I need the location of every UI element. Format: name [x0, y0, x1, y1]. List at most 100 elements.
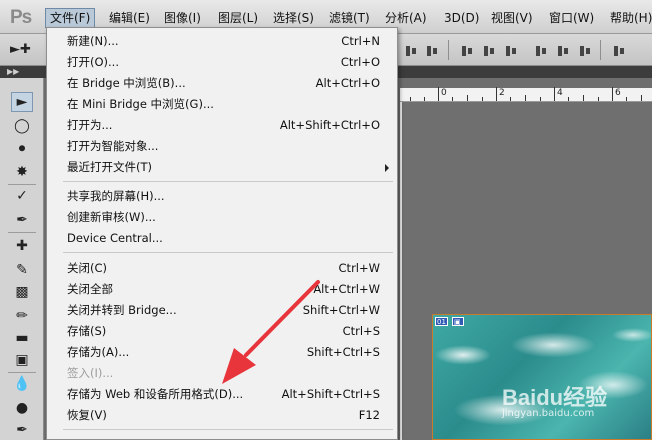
distribute-left-icon[interactable] [534, 44, 548, 58]
ruler-tick [626, 97, 627, 101]
eyedropper-tool-icon[interactable]: ✒ [11, 210, 33, 230]
menu-item-browse-bridge[interactable]: 在 Bridge 中浏览(B)... Alt+Ctrl+O [47, 73, 397, 94]
options-divider [600, 40, 601, 60]
menu-item-label: 存储为 Web 和设备所用格式(D)... [67, 387, 244, 401]
menu-item-label: 打开为... [67, 118, 113, 132]
distribute-vcenter-icon[interactable] [482, 44, 496, 58]
brush-tool-icon[interactable]: ✎ [11, 260, 33, 280]
submenu-arrow-icon [385, 164, 389, 172]
menu-item-open-as[interactable]: 打开为... Alt+Shift+Ctrl+O [47, 115, 397, 136]
ruler-tick [496, 87, 497, 101]
menu-item-label: 存储为(A)... [67, 345, 130, 359]
menu-item-label: 在 Bridge 中浏览(B)... [67, 76, 186, 90]
pen-tool-icon[interactable]: ✒ [11, 420, 33, 440]
menu-item-label: Device Central... [67, 231, 163, 245]
eraser-tool-icon[interactable]: ▬ [11, 328, 33, 348]
menu-item-open-smart-object[interactable]: 打开为智能对象... [47, 136, 397, 157]
dodge-tool-icon[interactable]: ● [11, 398, 33, 418]
menu-layer[interactable]: 图层(L) [214, 8, 262, 28]
gradient-tool-icon[interactable]: ▣ [11, 350, 33, 370]
menu-3d[interactable]: 3D(D) [440, 8, 483, 28]
menu-image[interactable]: 图像(I) [160, 8, 205, 28]
history-brush-tool-icon[interactable]: ✏ [11, 306, 33, 326]
ruler-tick [510, 97, 511, 101]
align-top-icon[interactable] [404, 44, 418, 58]
menu-window[interactable]: 窗口(W) [545, 8, 598, 28]
menu-item-close-all[interactable]: 关闭全部 Alt+Ctrl+W [47, 279, 397, 300]
distribute-hcenter-icon[interactable] [556, 44, 570, 58]
blur-tool-icon[interactable]: 💧 [11, 374, 33, 394]
menu-item-save[interactable]: 存储(S) Ctrl+S [47, 321, 397, 342]
menu-item-create-review[interactable]: 创建新审核(W)... [47, 207, 397, 228]
photoshop-logo: Ps [10, 7, 32, 28]
menu-item-revert[interactable]: 恢复(V) F12 [47, 405, 397, 426]
menu-item-label: 关闭全部 [67, 282, 113, 296]
menu-item-label: 恢复(V) [67, 408, 107, 422]
ruler-tick [568, 97, 569, 101]
clone-stamp-tool-icon[interactable]: ▩ [11, 282, 33, 302]
ruler-tick [424, 97, 425, 101]
menu-view[interactable]: 视图(V) [487, 8, 537, 28]
marquee-tool-icon[interactable]: ◯ [11, 116, 33, 136]
vertical-ruler[interactable] [400, 102, 402, 440]
distribute-right-icon[interactable] [578, 44, 592, 58]
menu-item-recent-files[interactable]: 最近打开文件(T) [47, 157, 397, 178]
move-tool-preset-icon[interactable]: ►✚ [10, 42, 31, 57]
canvas-image-sea[interactable] [432, 314, 652, 440]
lasso-tool-icon[interactable]: ⦁ [11, 138, 33, 158]
menu-item-label: 新建(N)... [67, 34, 119, 48]
menu-item-close[interactable]: 关闭(C) Ctrl+W [47, 258, 397, 279]
collapse-arrows-icon[interactable]: ▶▶ [7, 66, 19, 78]
menu-item-label: 打开(O)... [67, 55, 119, 69]
horizontal-ruler[interactable]: 0 2 4 6 [400, 87, 652, 102]
move-tool-icon[interactable]: ► [11, 92, 33, 112]
menu-item-browse-mini-bridge[interactable]: 在 Mini Bridge 中浏览(G)... [47, 94, 397, 115]
ruler-tick [612, 87, 613, 101]
menu-item-label: 最近打开文件(T) [67, 160, 152, 174]
auto-align-icon[interactable] [612, 44, 626, 58]
menu-item-share-screen[interactable]: 共享我的屏幕(H)... [47, 186, 397, 207]
menu-help[interactable]: 帮助(H) [606, 8, 652, 28]
ruler-label: 6 [615, 88, 621, 98]
menu-item-check-in: 签入(I)... [47, 363, 397, 384]
menu-analysis[interactable]: 分析(A) [381, 8, 431, 28]
menu-item-shortcut: Ctrl+N [341, 34, 380, 48]
healing-brush-tool-icon[interactable]: ✚ [11, 236, 33, 256]
menu-item-label: 签入(I)... [67, 366, 114, 380]
menu-filter[interactable]: 滤镜(T) [325, 8, 374, 28]
distribute-bottom-icon[interactable] [504, 44, 518, 58]
slice-icon: ▣ [452, 317, 464, 326]
menu-item-shortcut: Alt+Ctrl+W [313, 282, 380, 296]
ruler-label: 2 [499, 88, 505, 98]
ruler-tick [452, 97, 453, 101]
menu-file[interactable]: 文件(F) [45, 8, 96, 28]
menu-item-label: 创建新审核(W)... [67, 210, 156, 224]
menu-item-shortcut: Ctrl+S [342, 324, 380, 338]
menu-item-label: 打开为智能对象... [67, 139, 159, 153]
ruler-label: 4 [557, 88, 563, 98]
menu-select[interactable]: 选择(S) [269, 8, 318, 28]
crop-tool-icon[interactable]: ✓ [11, 186, 33, 206]
menu-item-save-as[interactable]: 存储为(A)... Shift+Ctrl+S [47, 342, 397, 363]
menu-item-label: 在 Mini Bridge 中浏览(G)... [67, 97, 214, 111]
menu-item-label: 关闭(C) [67, 261, 108, 275]
menu-item-new[interactable]: 新建(N)... Ctrl+N [47, 31, 397, 52]
ruler-tick [583, 95, 584, 101]
options-divider [448, 40, 449, 60]
ruler-tick [554, 87, 555, 101]
menu-item-device-central[interactable]: Device Central... [47, 228, 397, 249]
ruler-tick [482, 97, 483, 101]
menu-item-close-go-bridge[interactable]: 关闭并转到 Bridge... Shift+Ctrl+W [47, 300, 397, 321]
menu-item-save-for-web[interactable]: 存储为 Web 和设备所用格式(D)... Alt+Shift+Ctrl+S [47, 384, 397, 405]
menu-divider [63, 181, 393, 182]
align-vcenter-icon[interactable] [425, 44, 439, 58]
ruler-tick [410, 97, 411, 101]
distribute-top-icon[interactable] [460, 44, 474, 58]
menu-item-shortcut: Shift+Ctrl+S [306, 345, 380, 359]
menu-item-shortcut: Alt+Ctrl+O [315, 76, 380, 90]
menu-item-shortcut: Shift+Ctrl+W [302, 303, 380, 317]
magic-wand-tool-icon[interactable]: ✸ [11, 162, 33, 182]
menu-edit[interactable]: 编辑(E) [105, 8, 154, 28]
menu-item-shortcut: F12 [358, 408, 380, 422]
menu-item-open[interactable]: 打开(O)... Ctrl+O [47, 52, 397, 73]
